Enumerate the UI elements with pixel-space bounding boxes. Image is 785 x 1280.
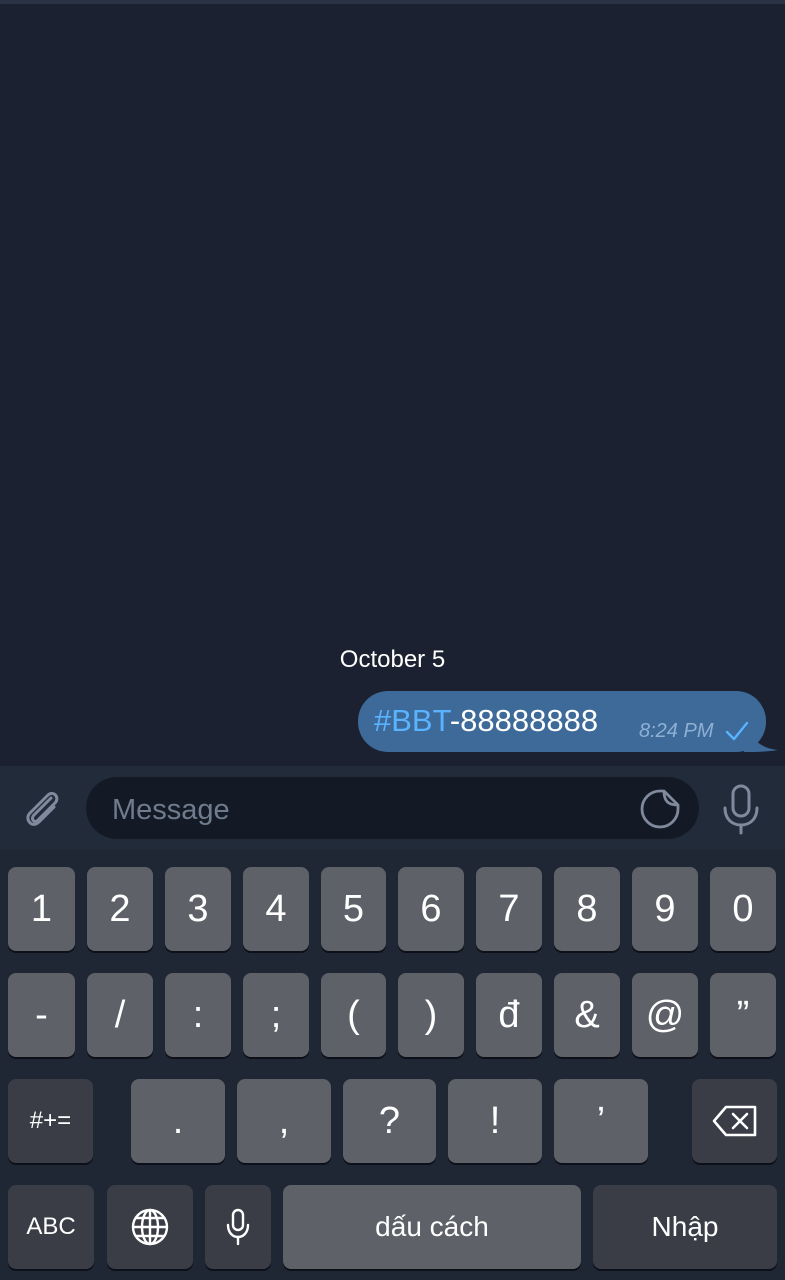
return-key[interactable]: Nhập bbox=[593, 1185, 777, 1269]
key-colon[interactable]: : bbox=[165, 973, 231, 1057]
key-semicolon[interactable]: ; bbox=[243, 973, 309, 1057]
key-9[interactable]: 9 bbox=[632, 867, 698, 951]
abc-key[interactable]: ABC bbox=[8, 1185, 94, 1269]
paperclip-icon[interactable] bbox=[18, 784, 66, 832]
message-body: -88888888 bbox=[449, 703, 599, 738]
key-quote[interactable]: ” bbox=[710, 973, 776, 1057]
sticker-icon[interactable] bbox=[638, 787, 682, 831]
key-period[interactable]: . bbox=[131, 1079, 225, 1163]
key-slash[interactable]: / bbox=[87, 973, 153, 1057]
key-7[interactable]: 7 bbox=[476, 867, 542, 951]
microphone-icon[interactable] bbox=[720, 783, 762, 835]
key-question[interactable]: ? bbox=[343, 1079, 436, 1163]
key-exclamation[interactable]: ! bbox=[448, 1079, 542, 1163]
key-at[interactable]: @ bbox=[632, 973, 698, 1057]
backspace-icon bbox=[712, 1105, 756, 1137]
key-ampersand[interactable]: & bbox=[554, 973, 620, 1057]
key-3[interactable]: 3 bbox=[165, 867, 231, 951]
key-0[interactable]: 0 bbox=[710, 867, 776, 951]
message-text: #BBT-88888888 bbox=[374, 703, 598, 739]
message-input[interactable] bbox=[110, 789, 614, 831]
key-2[interactable]: 2 bbox=[87, 867, 153, 951]
globe-key[interactable] bbox=[107, 1185, 193, 1269]
check-icon bbox=[725, 721, 749, 741]
key-close-paren[interactable]: ) bbox=[398, 973, 464, 1057]
message-time: 8:24 PM bbox=[639, 720, 714, 742]
key-1[interactable]: 1 bbox=[8, 867, 75, 951]
key-apostrophe[interactable]: ’ bbox=[554, 1079, 648, 1163]
globe-icon bbox=[131, 1208, 169, 1246]
key-4[interactable]: 4 bbox=[243, 867, 309, 951]
key-d-stroke[interactable]: đ bbox=[476, 973, 542, 1057]
dictation-key[interactable] bbox=[205, 1185, 271, 1269]
space-key[interactable]: dấu cách bbox=[283, 1185, 581, 1269]
key-hyphen[interactable]: - bbox=[8, 973, 75, 1057]
key-8[interactable]: 8 bbox=[554, 867, 620, 951]
hashtag-link[interactable]: #BBT bbox=[374, 703, 450, 738]
keyboard: 1 2 3 4 5 6 7 8 9 0 - / : ; ( ) đ & @ ” … bbox=[0, 850, 785, 1280]
key-open-paren[interactable]: ( bbox=[321, 973, 386, 1057]
key-6[interactable]: 6 bbox=[398, 867, 464, 951]
key-comma[interactable]: , bbox=[237, 1079, 331, 1163]
key-5[interactable]: 5 bbox=[321, 867, 386, 951]
backspace-key[interactable] bbox=[692, 1079, 777, 1163]
symbols-key[interactable]: #+= bbox=[8, 1079, 93, 1163]
date-separator: October 5 bbox=[339, 646, 446, 673]
microphone-icon bbox=[226, 1208, 250, 1246]
